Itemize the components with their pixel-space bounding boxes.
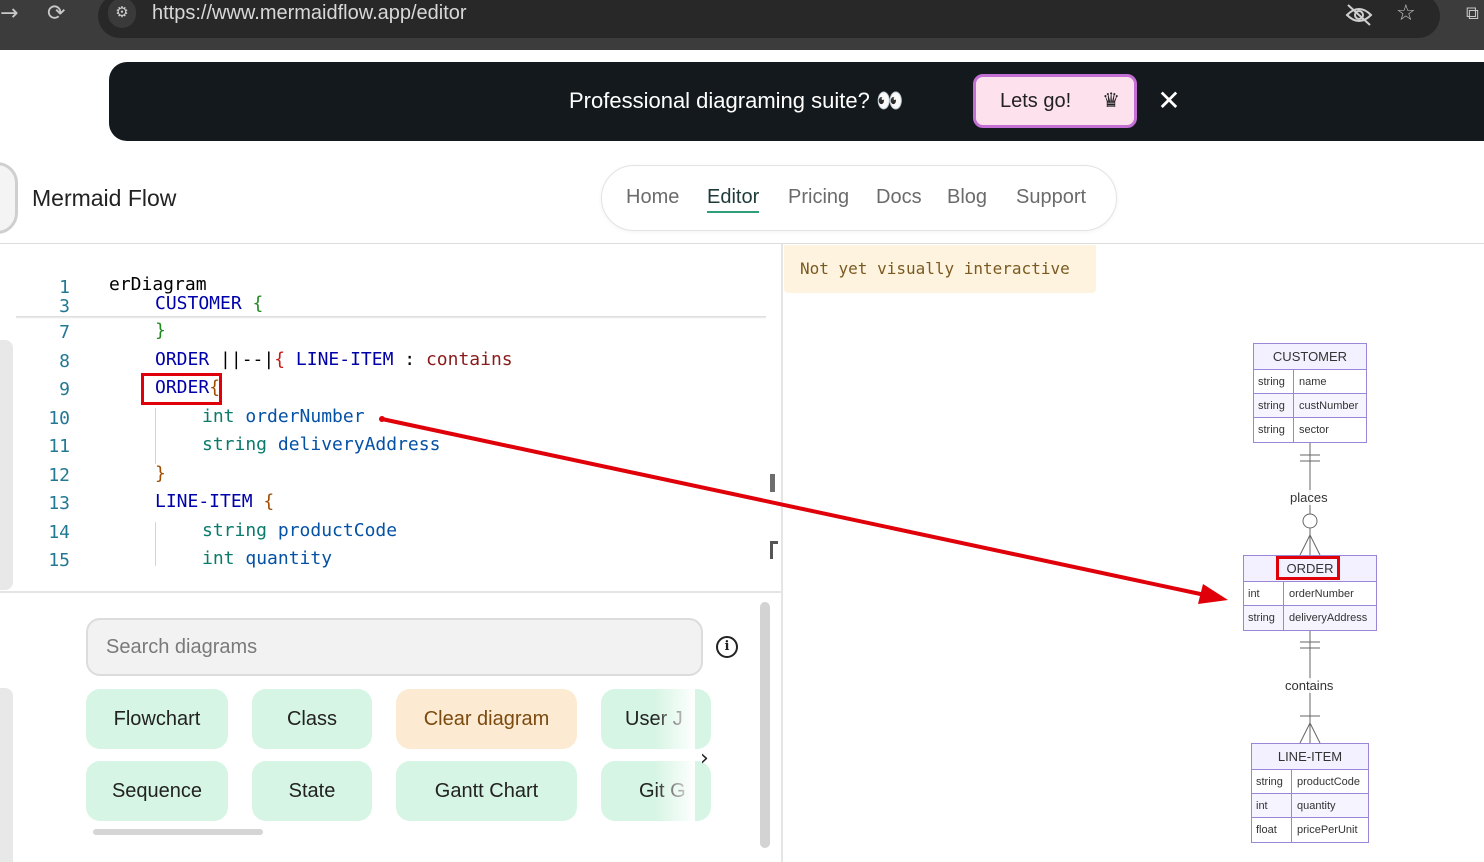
- code-line-13[interactable]: LINE-ITEM {: [155, 491, 274, 519]
- chip-clear-diagram[interactable]: Clear diagram: [396, 689, 577, 749]
- line-number: 10: [48, 408, 70, 429]
- crown-icon: ♛: [1102, 90, 1120, 112]
- nav-home[interactable]: Home: [626, 186, 679, 209]
- pane-splitter[interactable]: [781, 244, 783, 862]
- entity-line-item: LINE-ITEM string productCode int quantity …: [1251, 743, 1369, 843]
- nav-blog[interactable]: Blog: [947, 186, 987, 209]
- line-number: 15: [48, 550, 70, 571]
- chip-flowchart[interactable]: Flowchart: [86, 689, 228, 749]
- line-number: 9: [59, 379, 70, 400]
- side-rail-lower: [0, 688, 13, 862]
- code-line-14[interactable]: string productCode: [202, 520, 397, 548]
- nav-editor[interactable]: Editor: [707, 186, 760, 213]
- info-icon[interactable]: i: [716, 636, 738, 658]
- editor-scroll-marker: [770, 541, 778, 559]
- gallery-horizontal-scrollbar[interactable]: [93, 829, 263, 835]
- code-line-10[interactable]: int orderNumber: [202, 406, 365, 434]
- sticky-scroll-divider: [16, 316, 766, 319]
- chevron-right-icon[interactable]: ›: [700, 746, 709, 771]
- main-nav: Home Editor Pricing Docs Blog Support: [601, 165, 1117, 231]
- site-settings-icon[interactable]: ⚙: [108, 0, 136, 28]
- code-line-11[interactable]: string deliveryAddress: [202, 434, 440, 462]
- relation-label-contains: contains: [1283, 678, 1336, 693]
- search-diagrams-input[interactable]: [86, 618, 703, 676]
- entity-title: LINE-ITEM: [1252, 744, 1368, 770]
- close-banner-icon[interactable]: ✕: [1154, 84, 1184, 118]
- browser-toolbar: → ⟳ ⚙ https://www.mermaidflow.app/editor…: [0, 0, 1484, 50]
- line-number: 3: [59, 296, 70, 317]
- lets-go-label: Lets go!: [1000, 90, 1072, 112]
- editor-scrollbar[interactable]: [770, 474, 775, 492]
- relation-label-places: places: [1288, 490, 1330, 505]
- code-line-3[interactable]: CUSTOMER {: [155, 293, 263, 321]
- line-number: 1: [59, 277, 70, 298]
- code-line-12[interactable]: }: [155, 463, 166, 491]
- entity-attribute-row: string deliveryAddress: [1244, 606, 1376, 630]
- code-line-15[interactable]: int quantity: [202, 548, 332, 568]
- nav-support[interactable]: Support: [1016, 186, 1086, 209]
- chip-gantt-chart[interactable]: Gantt Chart: [396, 761, 577, 821]
- nav-docs[interactable]: Docs: [876, 186, 922, 209]
- brand-name[interactable]: Mermaid Flow: [32, 185, 176, 212]
- indent-guide: [155, 522, 156, 566]
- bookmark-star-icon[interactable]: ☆: [1396, 0, 1416, 30]
- not-interactive-notice: Not yet visually interactive: [784, 245, 1096, 293]
- line-number: 11: [48, 436, 70, 457]
- highlight-box-code: [141, 373, 222, 405]
- gallery-vertical-scrollbar[interactable]: [760, 602, 770, 848]
- extensions-icon[interactable]: ⧉: [1466, 0, 1479, 30]
- banner-text: Professional diagraming suite? 👀: [569, 88, 904, 113]
- line-number: 12: [48, 465, 70, 486]
- entity-attribute-row: int quantity: [1252, 794, 1368, 818]
- code-line-7[interactable]: }: [155, 320, 166, 348]
- entity-title: CUSTOMER: [1254, 344, 1366, 370]
- chip-sequence[interactable]: Sequence: [86, 761, 228, 821]
- entity-attribute-row: string productCode: [1252, 770, 1368, 794]
- line-number: 8: [59, 351, 70, 372]
- line-number: 7: [59, 322, 70, 343]
- entity-attribute-row: string sector: [1254, 418, 1366, 442]
- chip-class[interactable]: Class: [252, 689, 372, 749]
- side-rail: [0, 340, 13, 590]
- line-number: 13: [48, 493, 70, 514]
- entity-attribute-row: string name: [1254, 370, 1366, 394]
- entity-attribute-row: int orderNumber: [1244, 582, 1376, 606]
- url-text[interactable]: https://www.mermaidflow.app/editor: [152, 2, 467, 25]
- tracking-protection-icon[interactable]: [1344, 2, 1374, 28]
- nav-pricing[interactable]: Pricing: [788, 186, 849, 209]
- entity-attribute-row: string custNumber: [1254, 394, 1366, 418]
- indent-guide: [155, 408, 156, 464]
- chips-fade-overlay: [655, 686, 695, 826]
- promo-banner: Professional diagraming suite? 👀 Lets go…: [109, 62, 1484, 141]
- entity-customer: CUSTOMER string name string custNumber str…: [1253, 343, 1367, 443]
- highlight-box-diagram: [1276, 556, 1340, 580]
- line-number: 14: [48, 522, 70, 543]
- chip-state[interactable]: State: [252, 761, 372, 821]
- forward-icon[interactable]: →: [0, 0, 18, 30]
- reload-icon[interactable]: ⟳: [47, 0, 65, 30]
- logo-icon[interactable]: [0, 162, 18, 234]
- lets-go-button[interactable]: Lets go! ♛: [973, 74, 1137, 128]
- entity-attribute-row: float pricePerUnit: [1252, 818, 1368, 842]
